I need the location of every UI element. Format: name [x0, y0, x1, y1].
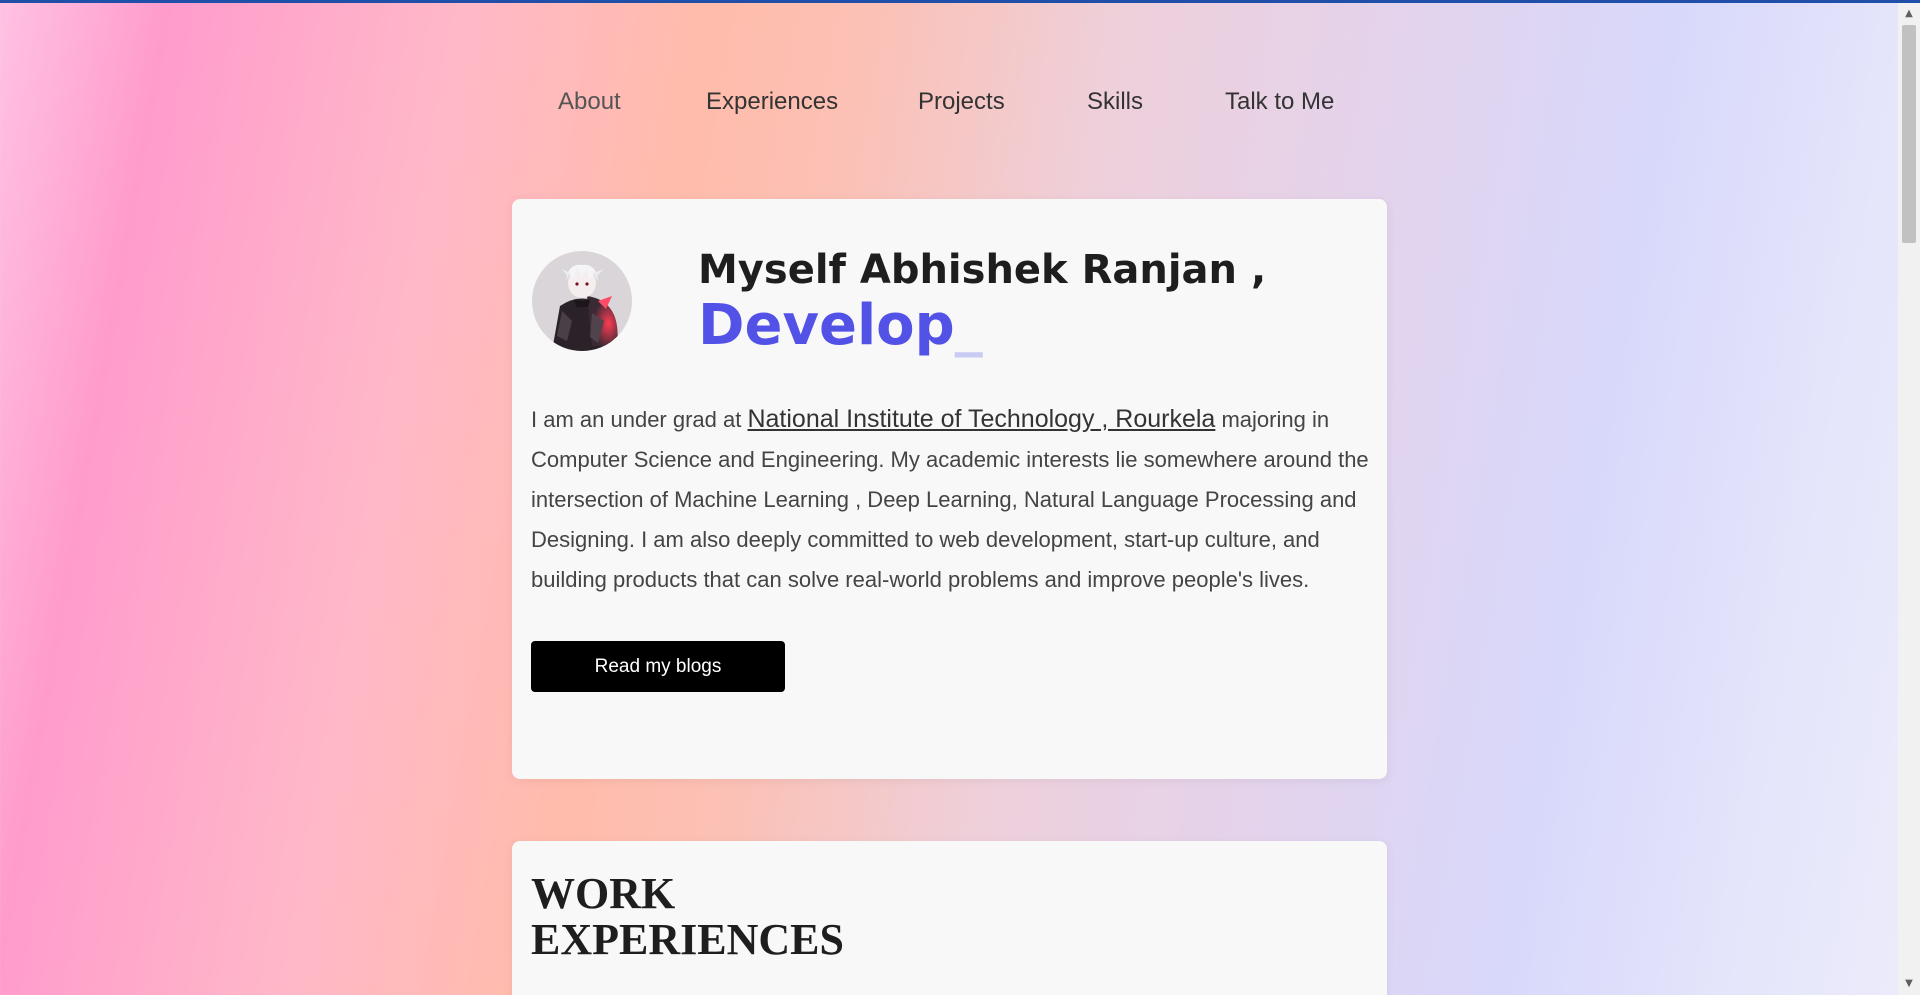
- typing-cursor: _: [954, 293, 983, 358]
- nav-skills[interactable]: Skills: [1087, 88, 1143, 116]
- bio-prefix: I am an under grad at: [531, 407, 748, 432]
- nav-experiences[interactable]: Experiences: [706, 88, 838, 116]
- typed-text: Develop: [698, 293, 955, 358]
- anime-avatar-image: [532, 251, 632, 351]
- read-blogs-button[interactable]: Read my blogs: [531, 641, 785, 692]
- about-card: Myself Abhishek Ranjan , Develop_ I am a…: [512, 199, 1387, 779]
- main-nav: About Experiences Projects Skills Talk t…: [512, 88, 1392, 124]
- hero-name: Myself Abhishek Ranjan ,: [698, 247, 1267, 293]
- bio-paragraph: I am an under grad at National Institute…: [531, 399, 1371, 600]
- nit-rourkela-link[interactable]: National Institute of Technology , Rourk…: [747, 405, 1215, 433]
- nav-talk-to-me[interactable]: Talk to Me: [1225, 88, 1334, 116]
- hero-typed-role: Develop_: [698, 295, 1266, 357]
- bio-suffix: majoring in Computer Science and Enginee…: [531, 407, 1369, 592]
- page-scrollbar[interactable]: ▲ ▼: [1898, 3, 1920, 995]
- work-experiences-card: WORK EXPERIENCES: [512, 841, 1387, 995]
- chevron-down-icon[interactable]: ▼: [1898, 975, 1920, 993]
- avatar: [532, 251, 632, 351]
- browser-top-bar: [0, 0, 1920, 3]
- chevron-up-icon[interactable]: ▲: [1898, 5, 1920, 23]
- scrollbar-thumb[interactable]: [1902, 25, 1916, 243]
- hero-heading: Myself Abhishek Ranjan , Develop_: [698, 245, 1266, 357]
- nav-about[interactable]: About: [558, 88, 621, 116]
- nav-projects[interactable]: Projects: [918, 88, 1005, 116]
- work-experiences-title: WORK EXPERIENCES: [531, 869, 844, 964]
